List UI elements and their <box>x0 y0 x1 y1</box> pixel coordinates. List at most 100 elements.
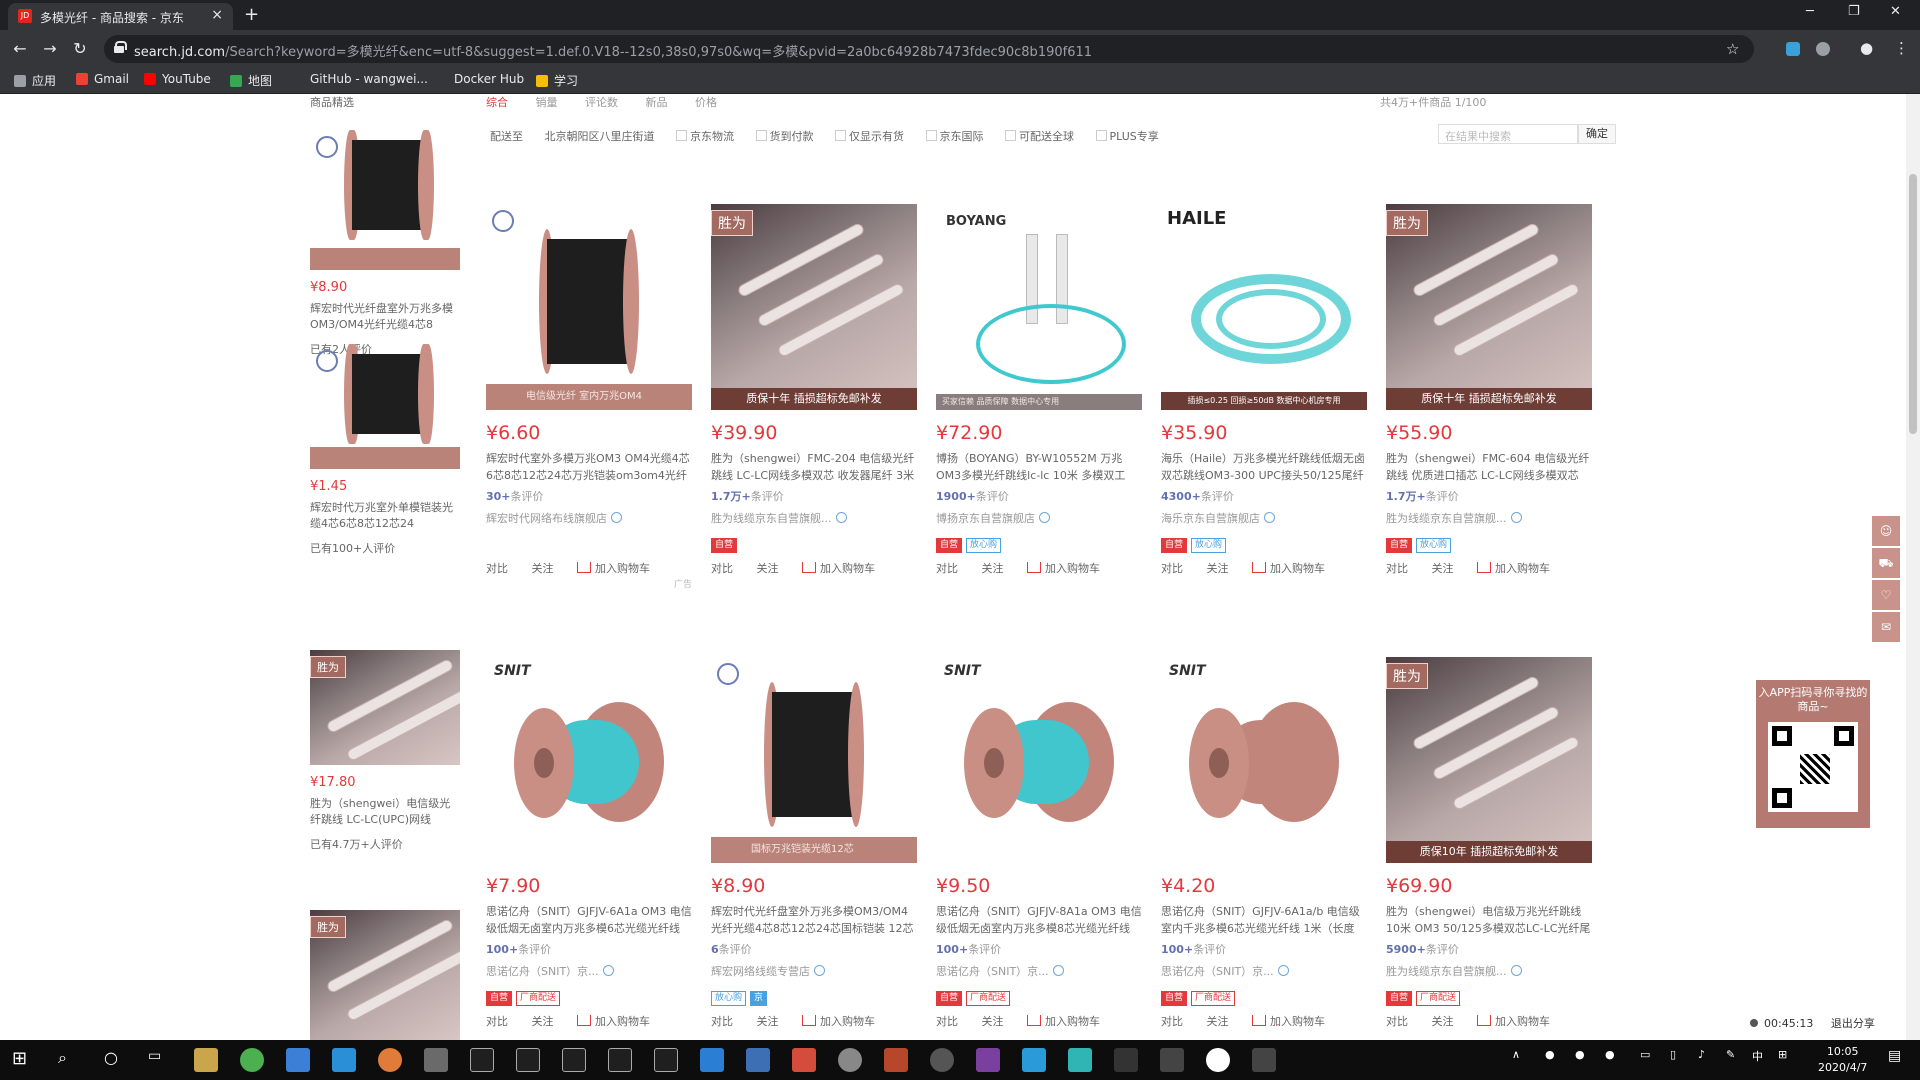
forward-icon[interactable]: → <box>40 39 60 58</box>
product-shop[interactable]: 辉宏时代网络布线旗舰店 <box>486 510 692 526</box>
chat-icon[interactable] <box>835 512 847 523</box>
profile-icon[interactable]: ● <box>1860 39 1873 57</box>
sort-price[interactable]: 价格 <box>695 96 717 109</box>
chat-icon[interactable] <box>814 965 825 976</box>
product-name[interactable]: 思诺亿舟（SNIT）GJFJV-8A1a OM3 电信级低烟无卤室内万兆多模8芯… <box>936 903 1142 937</box>
sidebar-product[interactable]: 胜为 ¥17.80 胜为（shengwei）电信级光纤跳线 LC-LC(UPC)… <box>310 650 460 852</box>
add-to-cart-button[interactable]: 加入购物车 <box>1027 562 1100 575</box>
product-card[interactable]: SNIT ¥4.20 思诺亿舟（SNIT）GJFJV-6A1a/b 电信级室内千… <box>1161 657 1367 1029</box>
app-8-icon[interactable] <box>1068 1048 1092 1072</box>
new-tab-button[interactable]: + <box>244 4 259 25</box>
datagrip-icon[interactable] <box>470 1048 494 1072</box>
sort-comments[interactable]: 评论数 <box>585 96 618 109</box>
tray-icon[interactable]: ● <box>1575 1048 1585 1061</box>
compare-button[interactable]: 对比 <box>711 1015 733 1028</box>
bookmark-dockerhub[interactable]: Docker Hub <box>454 72 524 86</box>
product-image[interactable]: 胜为 质保十年 插损超标免邮补发 <box>1386 204 1592 410</box>
chrome-icon[interactable] <box>240 1048 264 1072</box>
product-card[interactable]: HAILE 插损≤0.25 回损≥50dB 数据中心机房专用 ¥35.90 海乐（… <box>1161 204 1367 576</box>
firefox-icon[interactable] <box>378 1048 402 1072</box>
bookmark-github[interactable]: GitHub - wangwei... <box>310 72 428 86</box>
app-10-icon[interactable] <box>1206 1048 1230 1072</box>
taskbar-clock[interactable]: 10:05 2020/4/7 <box>1818 1044 1867 1076</box>
product-image[interactable]: HAILE 插损≤0.25 回损≥50dB 数据中心机房专用 <box>1161 204 1367 410</box>
product-comments[interactable]: 1.7万+条评价 <box>1386 488 1592 504</box>
product-comments[interactable]: 5900+条评价 <box>1386 941 1592 957</box>
product-comments[interactable]: 4300+条评价 <box>1161 488 1367 504</box>
product-comments[interactable]: 1900+条评价 <box>936 488 1142 504</box>
tray-icon[interactable]: ● <box>1605 1048 1615 1061</box>
product-comments[interactable]: 30+条评价 <box>486 488 692 504</box>
product-shop[interactable]: 思诺亿舟（SNIT）京... <box>1161 963 1367 979</box>
search-icon[interactable]: ⌕ <box>58 1048 82 1072</box>
cart-tool-icon[interactable]: ⛟ <box>1872 548 1900 578</box>
product-card[interactable]: 国标万兆铠装光缆12芯 ¥8.90 辉宏时代光纤盘室外万兆多模OM3/OM4光纤光… <box>711 657 917 1029</box>
message-tool-icon[interactable]: ✉ <box>1872 612 1900 642</box>
in-results-search-input[interactable]: 在结果中搜索 <box>1438 124 1578 144</box>
filter-jd-logistics[interactable]: 京东物流 <box>676 130 734 143</box>
product-name[interactable]: 辉宏时代室外多模万兆OM3 OM4光缆4芯6芯8芯12芯24芯万兆铠装om3om… <box>486 450 692 484</box>
bookmark-apps[interactable]: 应用 <box>14 72 56 89</box>
product-shop[interactable]: 思诺亿舟（SNIT）京... <box>486 963 692 979</box>
product-image[interactable] <box>310 344 460 469</box>
vscode-icon[interactable] <box>700 1048 724 1072</box>
mail-icon[interactable] <box>332 1048 356 1072</box>
bookmark-maps[interactable]: 地图 <box>230 72 272 89</box>
product-comments[interactable]: 1.7万+条评价 <box>711 488 917 504</box>
menu-icon[interactable]: ⋮ <box>1894 39 1909 57</box>
exit-share-button[interactable]: 退出分享 <box>1831 1017 1875 1030</box>
app-3-icon[interactable] <box>792 1048 816 1072</box>
app-icon[interactable] <box>424 1048 448 1072</box>
compare-button[interactable]: 对比 <box>486 562 508 575</box>
goland-icon[interactable] <box>562 1048 586 1072</box>
ime-icon[interactable]: 中 <box>1752 1048 1763 1064</box>
url-text[interactable]: search.jd.com/Search?keyword=多模光纤&enc=ut… <box>134 41 1092 60</box>
filter-cod[interactable]: 货到付款 <box>756 130 814 143</box>
product-image[interactable]: 电信级光纤 室内万兆OM4 <box>486 204 692 410</box>
restore-icon[interactable]: ❐ <box>1848 4 1860 19</box>
compare-button[interactable]: 对比 <box>1386 1015 1408 1028</box>
sidebar-product[interactable]: 胜为 <box>310 910 460 1040</box>
filter-jd-global[interactable]: 京东国际 <box>926 130 984 143</box>
ship-to-select[interactable]: 北京朝阳区八里庄街道 <box>545 130 655 143</box>
add-to-cart-button[interactable]: 加入购物车 <box>577 1015 650 1028</box>
minimize-icon[interactable]: ─ <box>1806 4 1814 19</box>
chat-icon[interactable] <box>611 512 622 523</box>
terminal-icon[interactable] <box>1114 1048 1138 1072</box>
product-shop[interactable]: 思诺亿舟（SNIT）京... <box>936 963 1142 979</box>
product-image[interactable]: SNIT <box>1161 657 1367 863</box>
product-name[interactable]: 胜为（shengwei）电信级万兆光纤跳线 10米 OM3 50/125多模双芯… <box>1386 903 1592 937</box>
volume-icon[interactable]: ♪ <box>1698 1048 1705 1061</box>
product-comments[interactable]: 100+条评价 <box>486 941 692 957</box>
chat-icon[interactable] <box>1510 512 1522 523</box>
follow-button[interactable]: 关注 <box>1207 562 1229 575</box>
phpstorm-icon[interactable] <box>654 1048 678 1072</box>
notifications-icon[interactable]: ▤ <box>1888 1048 1901 1064</box>
product-card[interactable]: BOYANG 买家信赖 品质保障 数据中心专用 ¥72.90 博扬（BOYANG）… <box>936 204 1142 576</box>
product-card[interactable]: 胜为 质保十年 插损超标免邮补发 ¥55.90 胜为（shengwei）FMC-6… <box>1386 204 1592 576</box>
add-to-cart-button[interactable]: 加入购物车 <box>802 1015 875 1028</box>
app-11-icon[interactable] <box>1252 1048 1276 1072</box>
in-results-confirm-button[interactable]: 确定 <box>1578 124 1616 144</box>
bookmark-youtube[interactable]: YouTube <box>144 72 211 86</box>
product-name[interactable]: 思诺亿舟（SNIT）GJFJV-6A1a OM3 电信级低烟无卤室内万兆多模6芯… <box>486 903 692 937</box>
follow-button[interactable]: 关注 <box>982 562 1004 575</box>
sort-new[interactable]: 新品 <box>646 96 668 109</box>
follow-button[interactable]: 关注 <box>982 1015 1004 1028</box>
compare-button[interactable]: 对比 <box>486 1015 508 1028</box>
filter-global-ship[interactable]: 可配送全球 <box>1005 130 1074 143</box>
app-9-icon[interactable] <box>1160 1048 1184 1072</box>
product-image[interactable]: 胜为 质保10年 插损超标免邮补发 <box>1386 657 1592 863</box>
add-to-cart-button[interactable]: 加入购物车 <box>1027 1015 1100 1028</box>
product-shop[interactable]: 辉宏网络线缆专营店 <box>711 963 917 979</box>
app-5-icon[interactable] <box>884 1048 908 1072</box>
follow-button[interactable]: 关注 <box>1207 1015 1229 1028</box>
add-to-cart-button[interactable]: 加入购物车 <box>577 562 650 575</box>
chat-icon[interactable] <box>1264 512 1275 523</box>
window-close-icon[interactable]: ✕ <box>1890 4 1901 19</box>
compare-button[interactable]: 对比 <box>1161 1015 1183 1028</box>
product-image[interactable]: SNIT <box>936 657 1142 863</box>
product-shop[interactable]: 胜为线缆京东自营旗舰... <box>1386 963 1592 979</box>
sidebar-name[interactable]: 胜为（shengwei）电信级光纤跳线 LC-LC(UPC)网线 <box>310 796 460 828</box>
product-shop[interactable]: 海乐京东自营旗舰店 <box>1161 510 1367 526</box>
